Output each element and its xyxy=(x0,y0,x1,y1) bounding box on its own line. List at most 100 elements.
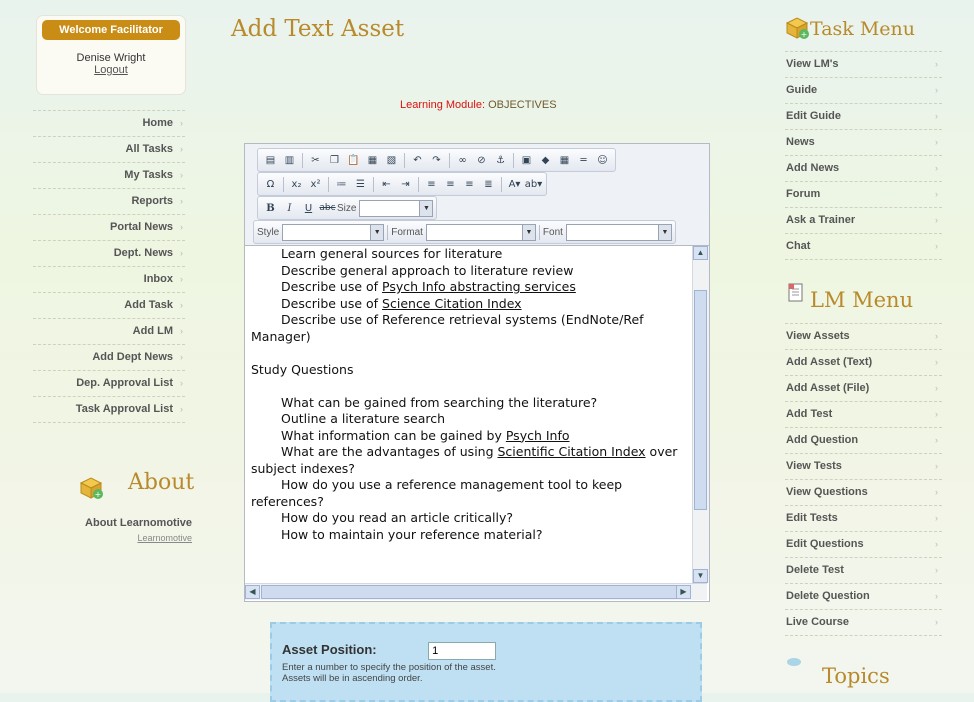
task-menu-item[interactable]: News › xyxy=(785,129,942,155)
superscript-icon[interactable]: x² xyxy=(308,177,323,192)
flash-icon[interactable]: ◆ xyxy=(538,153,553,168)
lm-menu: View Assets › Add Asset (Text) › Add Asset (… xyxy=(785,323,942,636)
format-label: Format xyxy=(391,226,423,238)
bullet-icon: › xyxy=(935,461,938,471)
asset-position-input[interactable] xyxy=(428,642,497,660)
editor-line: What are the advantages of using Scienti… xyxy=(251,444,686,477)
lm-menu-item[interactable]: Delete Test › xyxy=(785,557,942,583)
leftnav-item[interactable]: Add Task › xyxy=(33,292,185,318)
source-icon[interactable]: ▤ xyxy=(263,153,278,168)
strike-icon[interactable]: abc xyxy=(319,201,335,216)
editor-link[interactable]: Psych Info abstracting services xyxy=(382,279,576,294)
bullet-icon: › xyxy=(180,144,183,154)
link-icon[interactable]: ∞ xyxy=(455,153,470,168)
scroll-up-icon[interactable]: ▲ xyxy=(693,246,708,260)
leftnav-item[interactable]: Portal News › xyxy=(33,214,185,240)
template-icon[interactable]: ▥ xyxy=(282,153,297,168)
bold-icon[interactable]: B xyxy=(263,201,278,216)
copy-icon[interactable]: ❐ xyxy=(327,153,342,168)
lm-menu-title: LM Menu xyxy=(810,288,914,312)
lm-menu-item[interactable]: Add Asset (File) › xyxy=(785,375,942,401)
leftnav-item[interactable]: Task Approval List › xyxy=(33,396,185,423)
format-combo[interactable]: Format ▼ xyxy=(391,223,536,241)
size-select[interactable]: ▼ xyxy=(359,199,434,217)
align-center-icon[interactable]: ≡ xyxy=(443,177,458,192)
hrule-icon[interactable]: ═ xyxy=(576,153,591,168)
editor-content[interactable]: Learn general sources for literature Desc… xyxy=(245,246,692,583)
task-menu-item[interactable]: Chat › xyxy=(785,233,942,260)
anchor-icon[interactable]: ⚓ xyxy=(493,153,508,168)
lm-menu-item[interactable]: View Tests › xyxy=(785,453,942,479)
leftnav-item[interactable]: Add Dept News › xyxy=(33,344,185,370)
task-menu-item[interactable]: Ask a Trainer › xyxy=(785,207,942,233)
special-char-icon[interactable]: Ω xyxy=(263,177,278,192)
align-left-icon[interactable]: ≡ xyxy=(424,177,439,192)
redo-icon[interactable]: ↷ xyxy=(429,153,444,168)
leftnav-item[interactable]: Dept. News › xyxy=(33,240,185,266)
font-combo[interactable]: Font ▼ xyxy=(543,223,672,241)
task-menu-item[interactable]: View LM's › xyxy=(785,51,942,77)
cut-icon[interactable]: ✂ xyxy=(308,153,323,168)
outdent-icon[interactable]: ⇤ xyxy=(379,177,394,192)
lm-menu-item[interactable]: Edit Tests › xyxy=(785,505,942,531)
lm-menu-item[interactable]: View Questions › xyxy=(785,479,942,505)
image-icon[interactable]: ▣ xyxy=(519,153,534,168)
bullet-list-icon[interactable]: ☰ xyxy=(353,177,368,192)
lm-menu-item[interactable]: Add Test › xyxy=(785,401,942,427)
about-link[interactable]: Learnomotive xyxy=(40,533,192,543)
indent-icon[interactable]: ⇥ xyxy=(398,177,413,192)
subscript-icon[interactable]: x₂ xyxy=(289,177,304,192)
align-right-icon[interactable]: ≡ xyxy=(462,177,477,192)
lm-menu-item-label: Add Asset (File) xyxy=(786,382,870,394)
justify-icon[interactable]: ≣ xyxy=(481,177,496,192)
leftnav-item[interactable]: Reports › xyxy=(33,188,185,214)
task-menu-item[interactable]: Forum › xyxy=(785,181,942,207)
paste-text-icon[interactable]: ▦ xyxy=(365,153,380,168)
left-nav: Home › All Tasks › My Tasks › Reports › Portal N… xyxy=(33,110,185,423)
scroll-right-icon[interactable]: ▶ xyxy=(676,585,691,599)
unlink-icon[interactable]: ⊘ xyxy=(474,153,489,168)
lm-menu-item[interactable]: Add Question › xyxy=(785,427,942,453)
paste-word-icon[interactable]: ▧ xyxy=(384,153,399,168)
logout-link[interactable]: Logout xyxy=(37,64,185,76)
style-combo[interactable]: Style ▼ xyxy=(257,223,385,241)
editor-link[interactable]: Science Citation Index xyxy=(382,296,522,311)
leftnav-item[interactable]: Dep. Approval List › xyxy=(33,370,185,396)
lm-menu-item-label: Edit Tests xyxy=(786,512,838,524)
leftnav-item[interactable]: Add LM › xyxy=(33,318,185,344)
underline-icon[interactable]: U xyxy=(301,201,316,216)
task-menu-item[interactable]: Add News › xyxy=(785,155,942,181)
lm-menu-item[interactable]: View Assets › xyxy=(785,323,942,349)
hscroll-thumb[interactable] xyxy=(261,585,691,599)
editor-link[interactable]: Scientific Citation Index xyxy=(498,444,646,459)
leftnav-item[interactable]: Inbox › xyxy=(33,266,185,292)
leftnav-item[interactable]: All Tasks › xyxy=(33,136,185,162)
scroll-down-icon[interactable]: ▼ xyxy=(693,569,708,583)
table-icon[interactable]: ▦ xyxy=(557,153,572,168)
style-select[interactable]: ▼ xyxy=(282,223,385,241)
task-menu-item[interactable]: Guide › xyxy=(785,77,942,103)
lm-menu-item[interactable]: Edit Questions › xyxy=(785,531,942,557)
scroll-thumb[interactable] xyxy=(694,290,707,510)
scroll-left-icon[interactable]: ◀ xyxy=(245,585,260,599)
font-select[interactable]: ▼ xyxy=(565,223,672,241)
bg-color-icon[interactable]: ab▾ xyxy=(525,177,543,192)
editor-link[interactable]: Psych Info xyxy=(506,428,570,443)
text-color-icon[interactable]: A▾ xyxy=(507,177,522,192)
lm-menu-item[interactable]: Add Asset (Text) › xyxy=(785,349,942,375)
lm-menu-item[interactable]: Live Course › xyxy=(785,609,942,636)
editor-line: Study Questions xyxy=(251,362,686,379)
undo-icon[interactable]: ↶ xyxy=(410,153,425,168)
format-select[interactable]: ▼ xyxy=(425,223,536,241)
vertical-scrollbar[interactable]: ▲ ▼ xyxy=(692,246,709,583)
leftnav-item[interactable]: My Tasks › xyxy=(33,162,185,188)
numbered-list-icon[interactable]: ≔ xyxy=(334,177,349,192)
task-menu-item[interactable]: Edit Guide › xyxy=(785,103,942,129)
size-combo[interactable]: Size ▼ xyxy=(337,199,434,217)
smiley-icon[interactable]: ☺ xyxy=(595,153,610,168)
leftnav-item[interactable]: Home › xyxy=(33,110,185,136)
horizontal-scrollbar[interactable]: ◀ ▶ xyxy=(245,583,707,600)
lm-menu-item[interactable]: Delete Question › xyxy=(785,583,942,609)
italic-icon[interactable]: I xyxy=(282,201,297,216)
paste-icon[interactable]: 📋 xyxy=(346,153,361,168)
